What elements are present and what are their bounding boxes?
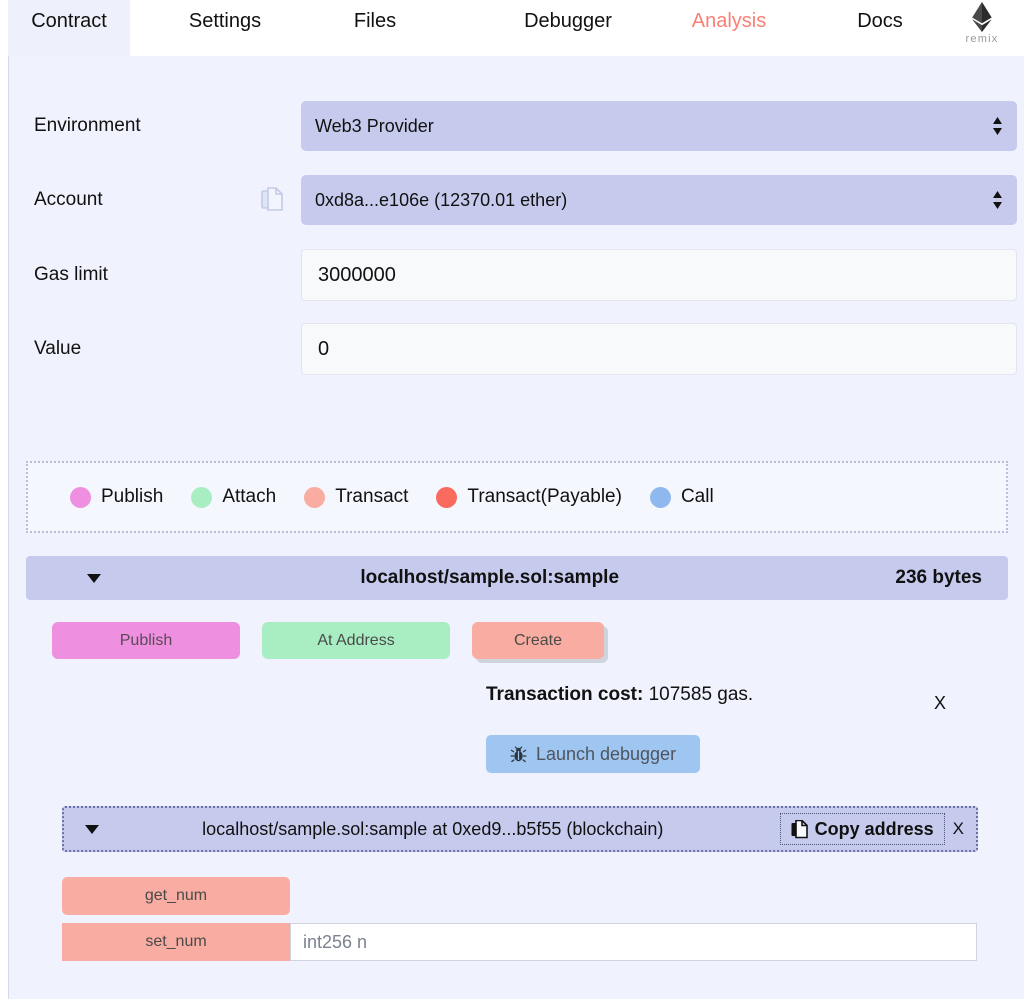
transaction-cost: Transaction cost: 107585 gas. <box>486 684 753 706</box>
legend-dot-transact-payable <box>436 486 458 508</box>
function-type-legend: Publish Attach Transact Transact(Payable… <box>26 461 1008 533</box>
tab-settings[interactable]: Settings <box>168 0 282 56</box>
legend-label-transact: Transact <box>335 486 409 507</box>
instance-close-button[interactable]: X <box>953 819 964 839</box>
account-row: Account 0xd8a...e106e (12370.01 ether) <box>9 175 1017 225</box>
transaction-close-button[interactable]: X <box>934 693 946 714</box>
legend-dot-attach <box>191 486 213 508</box>
set-num-input[interactable]: int256 n <box>290 923 977 961</box>
legend-item-call: Call <box>649 486 714 508</box>
at-address-button[interactable]: At Address <box>262 622 450 659</box>
contract-title: localhost/sample.sol:sample <box>360 567 620 588</box>
contract-header-bar[interactable]: localhost/sample.sol:sample 236 bytes <box>26 556 1008 600</box>
copy-address-button[interactable]: Copy address <box>779 813 945 845</box>
environment-select[interactable]: Web3 Provider <box>301 101 1017 151</box>
legend-item-publish: Publish <box>70 486 163 508</box>
function-row-set-num: set_num int256 n <box>62 923 977 961</box>
tab-debugger[interactable]: Debugger <box>500 0 636 56</box>
gas-limit-label: Gas limit <box>34 264 108 285</box>
copy-address-label: Copy address <box>814 818 934 839</box>
get-num-button[interactable]: get_num <box>62 877 290 915</box>
value-input[interactable]: 0 <box>301 323 1017 375</box>
tab-analysis-label: Analysis <box>691 9 767 32</box>
legend-item-transact: Transact <box>304 486 408 508</box>
contract-bytes: 236 bytes <box>895 567 982 588</box>
legend-label-transact-payable: Transact(Payable) <box>467 486 622 507</box>
publish-button[interactable]: Publish <box>52 622 240 659</box>
launch-debugger-button[interactable]: Launch debugger <box>486 735 700 773</box>
legend-dot-call <box>649 486 671 508</box>
tab-contract[interactable]: Contract <box>8 0 130 56</box>
ethereum-diamond-icon <box>972 2 992 32</box>
copy-documents-icon[interactable] <box>261 187 285 213</box>
bug-icon <box>510 745 527 762</box>
environment-row: Environment Web3 Provider <box>9 101 1017 151</box>
tab-analysis[interactable]: Analysis <box>668 0 790 56</box>
value-value: 0 <box>318 337 330 360</box>
legend-dot-transact <box>304 486 326 508</box>
transaction-cost-label: Transaction cost: <box>486 684 644 705</box>
account-value: 0xd8a...e106e (12370.01 ether) <box>315 189 568 210</box>
value-label: Value <box>34 338 82 359</box>
tab-settings-label: Settings <box>188 9 262 32</box>
legend-label-publish: Publish <box>101 486 164 507</box>
remix-logo-text: remix <box>965 33 999 45</box>
tab-debugger-label: Debugger <box>524 9 612 32</box>
legend-label-attach: Attach <box>222 486 277 507</box>
set-num-placeholder: int256 n <box>303 931 368 952</box>
remix-ide-window: Contract Settings Files Debugger Analysi… <box>0 0 1024 999</box>
set-num-button[interactable]: set_num <box>62 923 290 961</box>
instance-title: localhost/sample.sol:sample at 0xed9...b… <box>202 818 664 839</box>
create-button[interactable]: Create <box>472 622 604 659</box>
tab-files-label: Files <box>353 9 397 32</box>
function-row-get-num: get_num <box>62 877 290 915</box>
main-tab-bar: Contract Settings Files Debugger Analysi… <box>0 0 1024 56</box>
gas-limit-value: 3000000 <box>318 263 396 286</box>
environment-value: Web3 Provider <box>315 115 434 136</box>
deployed-instance-bar[interactable]: localhost/sample.sol:sample at 0xed9...b… <box>62 806 978 852</box>
tab-docs[interactable]: Docs <box>830 0 930 56</box>
transaction-cost-value: 107585 gas. <box>648 684 754 705</box>
copy-documents-icon <box>791 819 808 838</box>
gas-limit-input[interactable]: 3000000 <box>301 249 1017 301</box>
legend-dot-publish <box>70 486 91 508</box>
tab-contract-label: Contract <box>31 9 107 32</box>
legend-item-attach: Attach <box>191 486 276 508</box>
contract-action-buttons: Publish At Address Create <box>52 622 604 659</box>
gas-limit-row: Gas limit 3000000 <box>9 249 1017 301</box>
tab-files[interactable]: Files <box>330 0 420 56</box>
remix-logo: remix <box>950 2 1014 54</box>
account-label: Account <box>34 189 103 210</box>
value-row: Value 0 <box>9 323 1017 375</box>
account-select[interactable]: 0xd8a...e106e (12370.01 ether) <box>301 175 1017 225</box>
tab-docs-label: Docs <box>857 9 903 32</box>
environment-label: Environment <box>34 115 141 136</box>
legend-item-transact-payable: Transact(Payable) <box>436 486 622 508</box>
launch-debugger-label: Launch debugger <box>535 743 677 764</box>
chevron-updown-icon <box>993 191 1002 209</box>
chevron-updown-icon <box>993 117 1002 135</box>
legend-label-call: Call <box>680 486 714 507</box>
